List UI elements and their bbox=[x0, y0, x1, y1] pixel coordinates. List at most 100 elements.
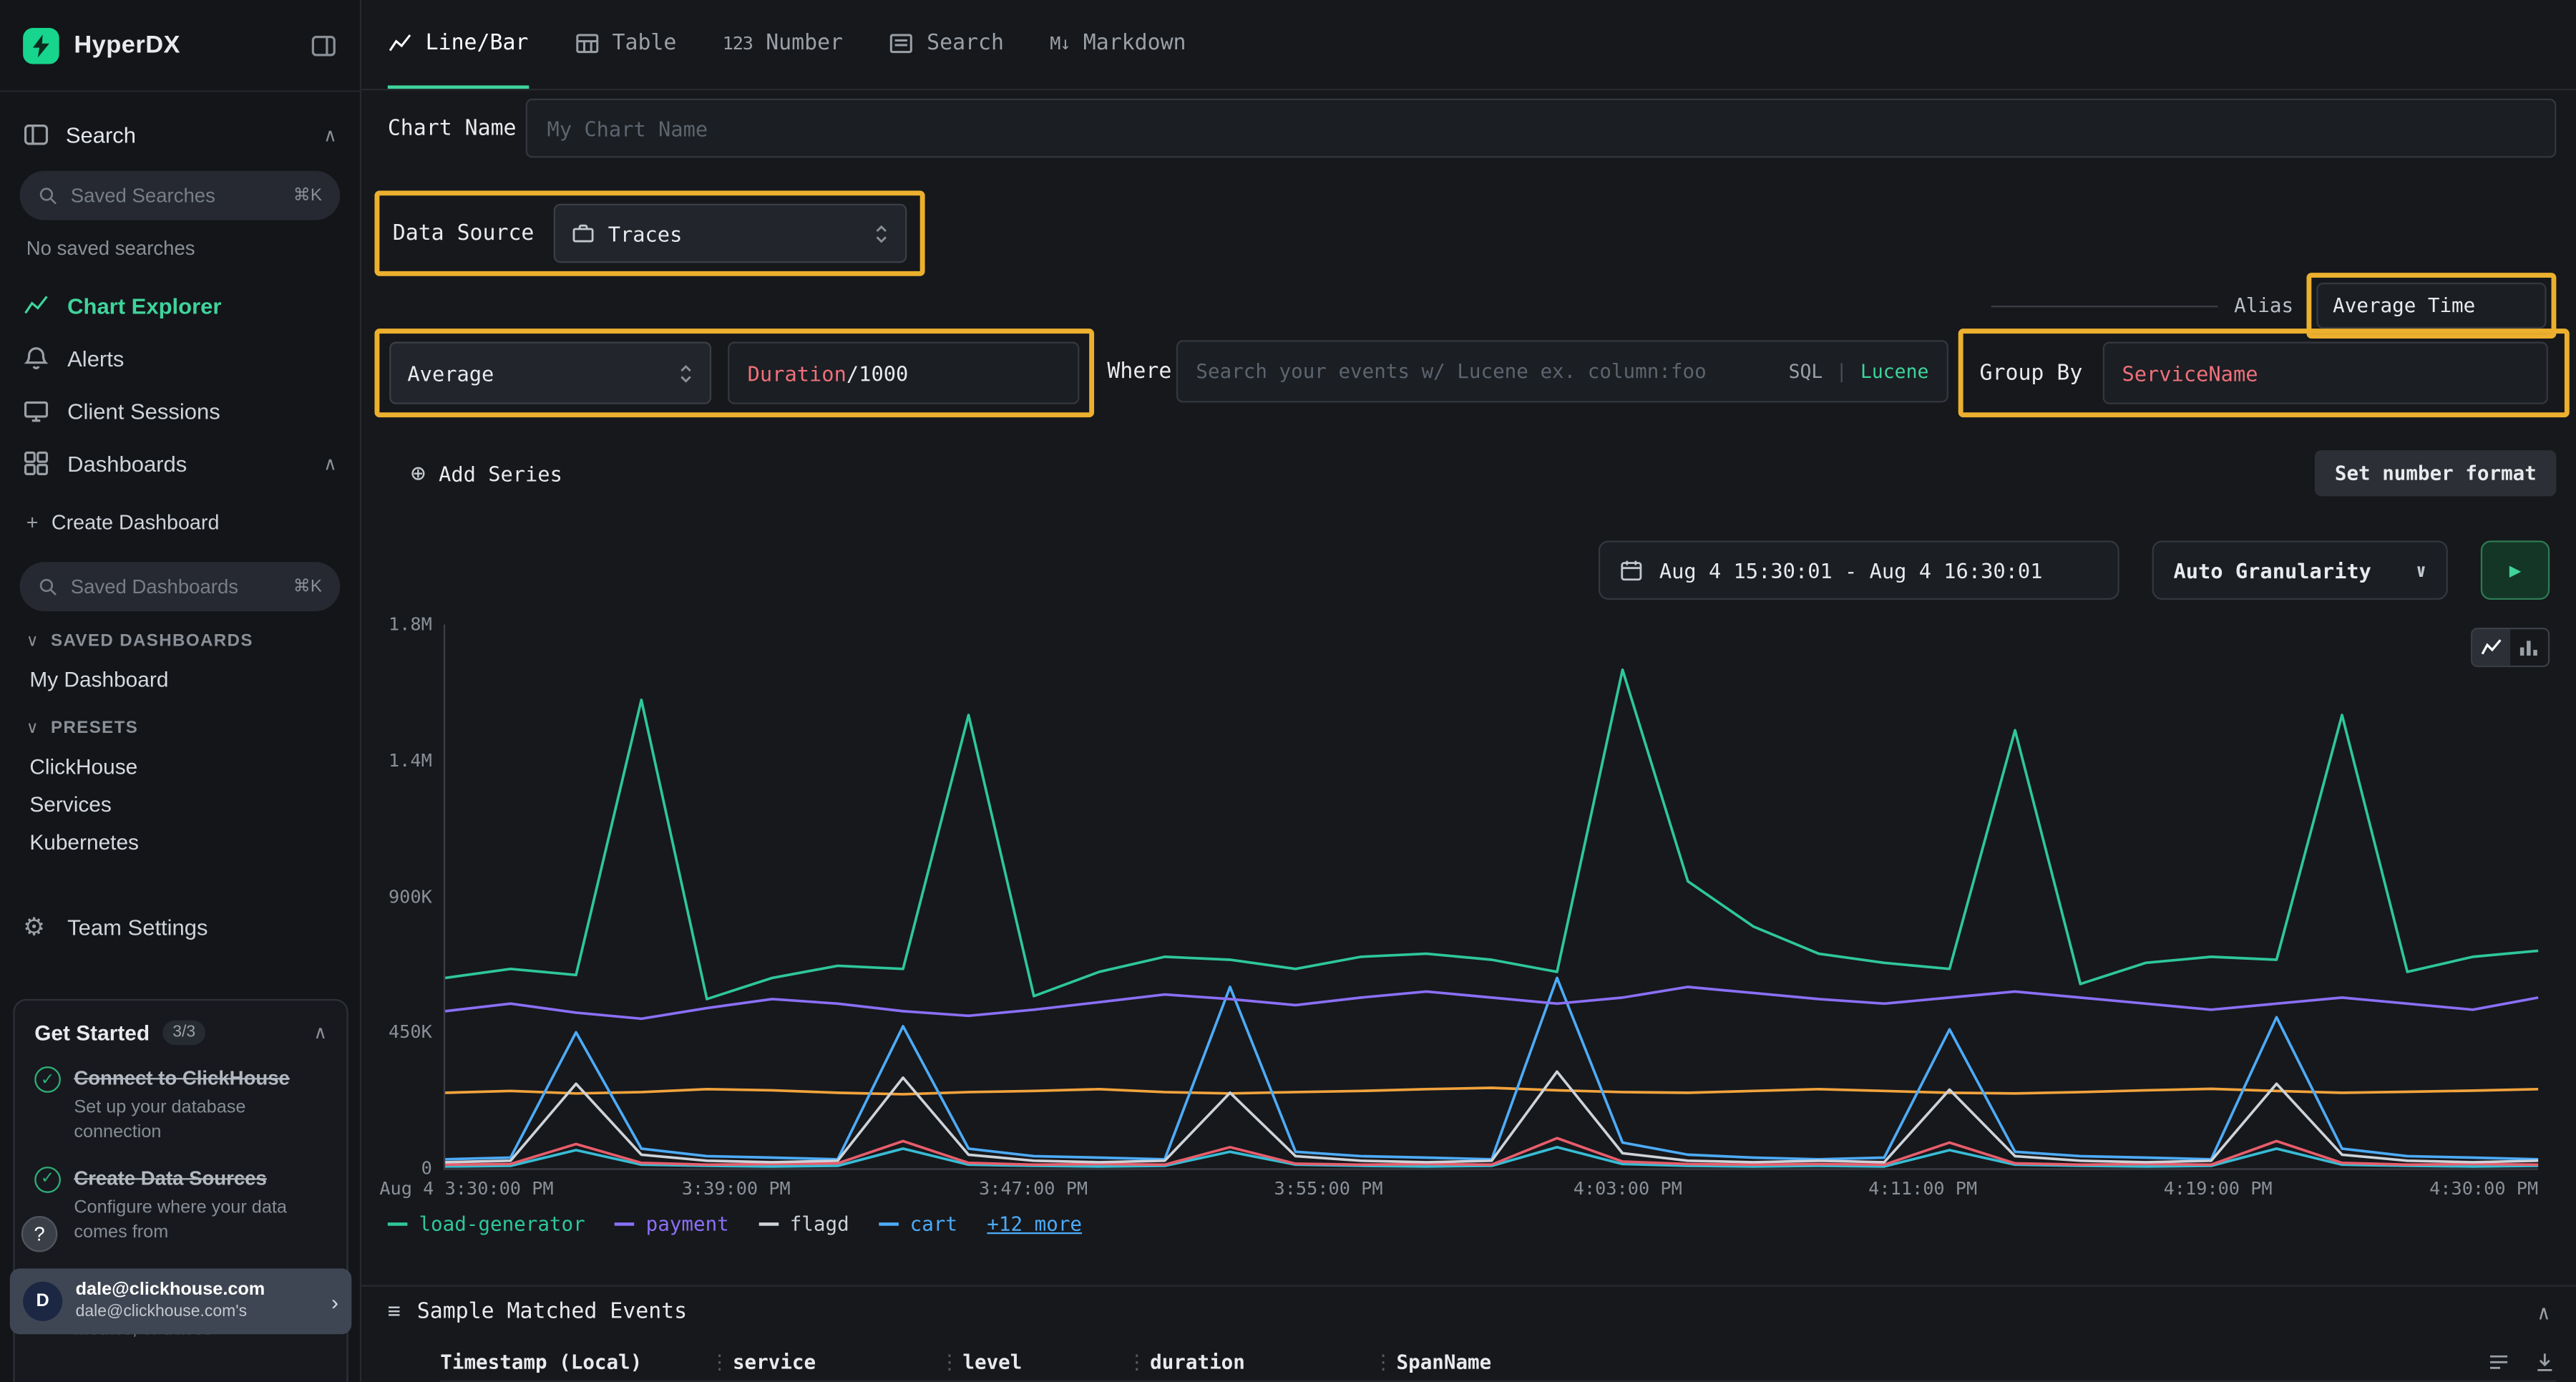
sql-toggle[interactable]: SQL bbox=[1789, 360, 1823, 383]
chevron-right-icon: › bbox=[331, 1289, 338, 1313]
saved-dashboards-header[interactable]: ∨ SAVED DASHBOARDS bbox=[0, 624, 360, 657]
sidebar-item-clickhouse-preset[interactable]: ClickHouse bbox=[0, 748, 360, 786]
nav-label: Chart Explorer bbox=[67, 293, 221, 318]
create-dashboard-button[interactable]: + Create Dashboard bbox=[0, 500, 360, 545]
sidebar: HyperDX Search ∧ Saved Searches ⌘K No sa… bbox=[0, 0, 361, 1382]
chart-series-cart bbox=[445, 978, 2538, 1159]
legend-item-payment[interactable]: payment bbox=[615, 1212, 729, 1235]
chart-name-label: Chart Name bbox=[388, 116, 526, 140]
sidebar-section-search[interactable]: Search ∧ bbox=[0, 105, 360, 165]
group-by-value: ServiceName bbox=[2122, 361, 2258, 385]
sidebar-collapse-icon[interactable] bbox=[311, 32, 337, 59]
wrap-text-icon[interactable] bbox=[2487, 1351, 2510, 1373]
column-resize-handle[interactable]: ⋮ bbox=[706, 1351, 733, 1373]
add-series-button[interactable]: ⊕ Add Series bbox=[411, 450, 562, 496]
sidebar-item-client-sessions[interactable]: Client Sessions bbox=[0, 384, 360, 437]
aggregation-row: Average Duration/1000 Where SQL | Lucene… bbox=[361, 329, 2576, 414]
saved-dashboards-input[interactable]: Saved Dashboards ⌘K bbox=[20, 562, 341, 611]
help-button[interactable]: ? bbox=[21, 1216, 58, 1252]
sidebar-item-dashboards[interactable]: Dashboards ∧ bbox=[0, 437, 360, 490]
sidebar-item-alerts[interactable]: Alerts bbox=[0, 332, 360, 384]
date-range-button[interactable]: Aug 4 15:30:01 - Aug 4 16:30:01 bbox=[1599, 540, 2119, 600]
search-panel-icon bbox=[23, 122, 49, 148]
x-axis-tick: 4:11:00 PM bbox=[1868, 1178, 1977, 1199]
legend-item-load-generator[interactable]: load-generator bbox=[388, 1212, 585, 1235]
sidebar-item-my-dashboard[interactable]: My Dashboard bbox=[0, 661, 360, 699]
user-org: dale@clickhouse.com's bbox=[76, 1303, 265, 1323]
aggregation-select[interactable]: Average bbox=[389, 342, 711, 404]
get-started-item[interactable]: ✓ Connect to ClickHouse Set up your data… bbox=[34, 1065, 327, 1145]
where-search-input[interactable]: SQL | Lucene bbox=[1176, 340, 1948, 402]
chevron-down-icon: ∨ bbox=[2416, 560, 2426, 581]
logo-row: HyperDX bbox=[0, 0, 360, 92]
main-content: Line/Bar Table 123 Number Search M↓ Mark… bbox=[361, 0, 2576, 1382]
y-axis-tick: 1.4M bbox=[350, 750, 432, 772]
x-axis-tick: 4:30:00 PM bbox=[2429, 1178, 2538, 1199]
tab-label: Table bbox=[613, 30, 677, 54]
monitor-icon bbox=[23, 398, 51, 424]
user-email: dale@clickhouse.com bbox=[76, 1280, 265, 1303]
y-axis-tick: 900K bbox=[350, 885, 432, 907]
set-number-format-button[interactable]: Set number format bbox=[2315, 450, 2556, 496]
tab-line-bar[interactable]: Line/Bar bbox=[388, 0, 529, 89]
column-header-service[interactable]: service bbox=[733, 1351, 937, 1373]
column-header-timestamp[interactable]: Timestamp (Local) bbox=[440, 1351, 706, 1373]
legend-more-link[interactable]: +12 more bbox=[987, 1212, 1082, 1235]
chevron-up-icon[interactable]: ∧ bbox=[323, 453, 337, 475]
presets-header[interactable]: ∨ PRESETS bbox=[0, 711, 360, 744]
lucene-toggle[interactable]: Lucene bbox=[1860, 360, 1928, 383]
chart-plot[interactable]: 1.8M 1.4M 900K 450K 0 Aug 4 3:30:00 PM 3… bbox=[444, 624, 2538, 1169]
preset-name: ClickHouse bbox=[29, 754, 137, 779]
column-header-duration[interactable]: duration bbox=[1150, 1351, 1370, 1373]
legend-item-cart[interactable]: cart bbox=[879, 1212, 957, 1235]
column-header-spanname[interactable]: SpanName bbox=[1397, 1351, 1492, 1373]
tab-markdown[interactable]: M↓ Markdown bbox=[1050, 0, 1186, 89]
chart-series-load-generator bbox=[445, 670, 2538, 999]
legend-label: cart bbox=[910, 1212, 957, 1235]
chevron-up-icon[interactable]: ∧ bbox=[313, 1022, 327, 1043]
where-input-field[interactable] bbox=[1196, 360, 1775, 383]
x-axis-tick: 3:55:00 PM bbox=[1274, 1178, 1382, 1199]
data-source-select[interactable]: Traces bbox=[554, 204, 907, 263]
tab-number[interactable]: 123 Number bbox=[723, 0, 843, 89]
column-resize-handle[interactable]: ⋮ bbox=[1370, 1351, 1397, 1373]
avatar: D bbox=[23, 1282, 62, 1321]
column-resize-handle[interactable]: ⋮ bbox=[1123, 1351, 1150, 1373]
legend-label: flagd bbox=[790, 1212, 849, 1235]
presets-header-label: PRESETS bbox=[51, 718, 138, 738]
legend-item-flagd[interactable]: flagd bbox=[758, 1212, 849, 1235]
x-axis-tick: Aug 4 3:30:00 PM bbox=[379, 1178, 553, 1199]
tab-search[interactable]: Search bbox=[889, 0, 1004, 89]
chevron-up-icon[interactable]: ∧ bbox=[2538, 1300, 2550, 1323]
granularity-select[interactable]: Auto Granularity ∨ bbox=[2152, 540, 2448, 600]
sidebar-item-services-preset[interactable]: Services bbox=[0, 785, 360, 823]
get-started-badge: 3/3 bbox=[162, 1021, 205, 1045]
chevron-up-icon[interactable]: ∧ bbox=[323, 124, 337, 145]
get-started-item-desc: Configure where your data comes from bbox=[74, 1196, 320, 1245]
legend-dash bbox=[879, 1222, 899, 1226]
sample-events-header[interactable]: ≡ Sample Matched Events ∧ bbox=[361, 1285, 2576, 1337]
user-menu[interactable]: D dale@clickhouse.com dale@clickhouse.co… bbox=[10, 1268, 352, 1334]
get-started-item-desc: Set up your database connection bbox=[74, 1096, 320, 1144]
run-query-button[interactable]: ▶ bbox=[2481, 540, 2550, 600]
column-header-level[interactable]: level bbox=[962, 1351, 1123, 1373]
download-icon[interactable] bbox=[2533, 1351, 2556, 1373]
column-resize-handle[interactable]: ⋮ bbox=[937, 1351, 963, 1373]
sidebar-item-kubernetes-preset[interactable]: Kubernetes bbox=[0, 823, 360, 861]
alias-connector-line bbox=[1991, 305, 2218, 306]
chart-name-input[interactable] bbox=[526, 99, 2557, 158]
alias-input[interactable] bbox=[2316, 283, 2546, 329]
sidebar-item-team-settings[interactable]: ⚙ Team Settings bbox=[0, 900, 360, 953]
get-started-item[interactable]: ✓ Create Data Sources Configure where yo… bbox=[34, 1164, 327, 1245]
tab-label: Number bbox=[766, 30, 843, 54]
sidebar-item-chart-explorer[interactable]: Chart Explorer bbox=[0, 279, 360, 331]
sample-events-title: Sample Matched Events bbox=[417, 1300, 687, 1324]
chart-controls-row: Aug 4 15:30:01 - Aug 4 16:30:01 Auto Gra… bbox=[361, 540, 2576, 600]
get-started-header[interactable]: Get Started 3/3 ∧ bbox=[34, 1021, 327, 1045]
saved-searches-input[interactable]: Saved Searches ⌘K bbox=[20, 171, 341, 220]
field-expression-input[interactable]: Duration/1000 bbox=[728, 342, 1079, 404]
chevron-down-icon: ∨ bbox=[26, 719, 39, 736]
get-started-item-title: Connect to ClickHouse bbox=[74, 1066, 290, 1089]
group-by-input[interactable]: ServiceName bbox=[2102, 342, 2548, 404]
tab-table[interactable]: Table bbox=[575, 0, 677, 89]
